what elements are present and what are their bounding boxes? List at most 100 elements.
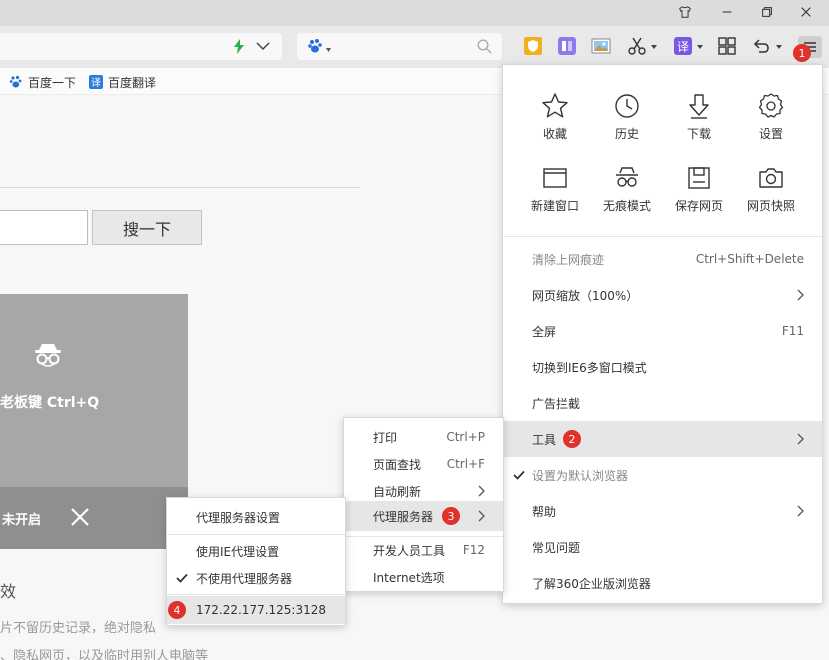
menu-enterprise[interactable]: 了解360企业版浏览器 (503, 565, 822, 601)
menu-help[interactable]: 帮助 (503, 493, 822, 529)
shortcut: Ctrl+F (446, 457, 485, 471)
menu-snapshot[interactable]: 网页快照 (735, 164, 807, 224)
shortcut: Ctrl+Shift+Delete (695, 252, 804, 266)
menu-label: 打印 (373, 430, 398, 445)
checkmark-icon (513, 470, 525, 480)
search-button[interactable]: 搜一下 (92, 210, 202, 245)
menu-internet-options[interactable]: Internet选项 (344, 560, 503, 594)
menu-settings[interactable]: 设置 (735, 92, 807, 152)
search-box[interactable] (297, 33, 502, 60)
download-icon (689, 94, 709, 119)
menu-label: 广告拦截 (532, 396, 581, 411)
menu-use-ie-proxy[interactable]: 使用IE代理设置 (167, 536, 345, 566)
description-line: 片不留历史记录，绝对隐私 (0, 621, 157, 636)
bookmark-baidu[interactable]: 百度一下 (9, 73, 76, 91)
menu-favorites[interactable]: 收藏 (519, 92, 591, 152)
shortcut: Ctrl+P (446, 430, 485, 444)
proxy-submenu: 代理服务器设置 使用IE代理设置 不使用代理服务器 4 172.22.177.1… (166, 497, 346, 626)
main-menu: 收藏 历史 下载 设置 新建窗口 无痕模式 保存网页 网页快照 清除上网痕迹 C… (502, 64, 823, 604)
shield-icon[interactable] (522, 36, 544, 56)
menu-label: 网页快照 (746, 199, 795, 213)
card-footer: 未开启 (0, 487, 188, 549)
section-heading: 效 (0, 582, 17, 601)
menu-proxy-address[interactable]: 4 172.22.177.125:3128 (167, 596, 345, 624)
menu-history[interactable]: 历史 (591, 92, 663, 152)
bookmark-baidu-translate[interactable]: 译 百度翻译 (89, 73, 156, 91)
chevron-down-icon[interactable] (697, 45, 703, 49)
menu-label: 代理服务器设置 (196, 510, 281, 525)
chevron-down-icon[interactable] (256, 42, 270, 51)
menu-fullscreen[interactable]: 全屏 F11 (503, 313, 822, 349)
sidebar-icon[interactable] (556, 36, 578, 56)
divider (167, 534, 345, 535)
menu-label: 历史 (614, 127, 639, 141)
search-icon[interactable] (477, 39, 492, 54)
skin-icon[interactable] (664, 0, 706, 24)
undo-icon[interactable] (750, 36, 772, 56)
menu-tools[interactable]: 工具 2 (503, 421, 822, 457)
step-badge: 2 (563, 430, 581, 448)
menu-label: 代理服务器 (373, 509, 434, 524)
menu-label: 172.22.177.125:3128 (196, 603, 327, 617)
menu-clear-history[interactable]: 清除上网痕迹 Ctrl+Shift+Delete (503, 241, 822, 277)
checkmark-icon (176, 573, 188, 583)
menu-zoom[interactable]: 网页缩放（100%） (503, 277, 822, 313)
clock-icon (615, 94, 639, 118)
baidu-paw-icon[interactable] (307, 38, 325, 54)
menu-proxy[interactable]: 代理服务器 3 (344, 501, 503, 531)
menu-label: 页面查找 (373, 457, 422, 472)
menu-label: 保存网页 (674, 199, 723, 213)
menu-label: 切换到IE6多窗口模式 (532, 360, 647, 375)
chevron-down-icon[interactable] (776, 45, 782, 49)
menu-label: 收藏 (542, 127, 567, 141)
translate-icon[interactable]: 译 (672, 36, 694, 56)
menu-label: 了解360企业版浏览器 (532, 576, 651, 591)
toolbar: 译 1 (0, 26, 829, 68)
search-input[interactable] (0, 210, 88, 245)
window-icon (543, 168, 567, 188)
chevron-down-icon[interactable] (651, 45, 657, 49)
shortcut: F11 (781, 324, 804, 338)
menu-label: 使用IE代理设置 (196, 544, 280, 559)
menu-incognito[interactable]: 无痕模式 (591, 164, 663, 224)
close-icon[interactable] (68, 505, 92, 529)
baidu-paw-icon (9, 75, 23, 89)
incognito-icon (35, 344, 61, 367)
restore-icon[interactable] (746, 0, 788, 24)
star-icon (542, 93, 568, 118)
apps-grid-icon[interactable] (716, 36, 738, 56)
address-bar[interactable] (0, 33, 282, 60)
chevron-right-icon (478, 485, 485, 497)
lightning-icon[interactable] (233, 39, 245, 54)
menu-label: 无痕模式 (602, 199, 651, 213)
menu-label: 网页缩放（100%） (532, 288, 639, 303)
step-badge: 1 (793, 44, 811, 62)
close-icon[interactable] (785, 0, 827, 24)
svg-text:译: 译 (677, 40, 689, 54)
scissors-icon[interactable] (626, 36, 648, 56)
menu-no-proxy[interactable]: 不使用代理服务器 (167, 563, 345, 593)
incognito-icon (616, 167, 638, 187)
menu-label: 设置为默认浏览器 (532, 468, 629, 483)
status-text: 未开启 (2, 513, 42, 528)
menu-downloads[interactable]: 下载 (663, 92, 735, 152)
menu-save-page[interactable]: 保存网页 (663, 164, 735, 224)
menu-ad-block[interactable]: 广告拦截 (503, 385, 822, 421)
image-icon[interactable] (590, 36, 612, 56)
bookmark-label: 百度一下 (28, 75, 77, 90)
menu-proxy-settings[interactable]: 代理服务器设置 (167, 502, 345, 532)
chevron-down-icon (326, 48, 331, 52)
shortcut: F12 (462, 543, 485, 557)
menu-faq[interactable]: 常见问题 (503, 529, 822, 565)
menu-label: 全屏 (532, 324, 557, 339)
menu-label: 帮助 (532, 504, 557, 519)
menu-ie6-mode[interactable]: 切换到IE6多窗口模式 (503, 349, 822, 385)
menu-label: 下载 (686, 127, 711, 141)
menu-new-window[interactable]: 新建窗口 (519, 164, 591, 224)
menu-set-default-browser[interactable]: 设置为默认浏览器 (503, 457, 822, 493)
bookmark-label: 百度翻译 (108, 75, 157, 90)
incognito-card: 老板键 Ctrl+Q 未开启 (0, 294, 188, 549)
step-badge: 3 (442, 507, 460, 525)
save-icon (688, 167, 710, 189)
minimize-icon[interactable] (706, 0, 748, 24)
